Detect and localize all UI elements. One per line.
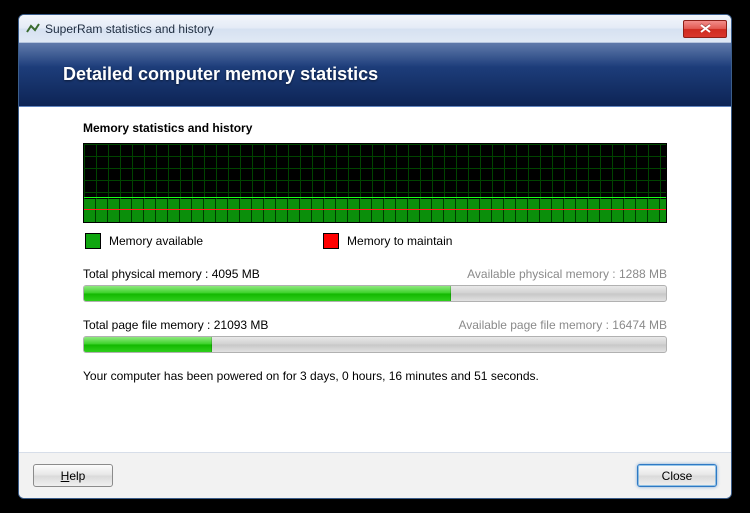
pagefile-progress-fill: [84, 337, 212, 352]
window-title: SuperRam statistics and history: [45, 22, 683, 36]
physical-progress: [83, 285, 667, 302]
pagefile-labels: Total page file memory : 21093 MB Availa…: [83, 318, 667, 332]
close-icon: [700, 24, 711, 33]
memory-history-graph: [83, 143, 667, 223]
legend-maintain-label: Memory to maintain: [347, 234, 452, 248]
close-window-button[interactable]: [683, 20, 727, 38]
legend-available: Memory available: [85, 233, 203, 249]
help-button[interactable]: Help: [33, 464, 113, 487]
content-area: Memory statistics and history Memory ava…: [19, 107, 731, 452]
app-icon: [25, 21, 41, 37]
legend: Memory available Memory to maintain: [83, 233, 667, 249]
close-button[interactable]: Close: [637, 464, 717, 487]
physical-avail-label: Available physical memory : 1288 MB: [467, 267, 667, 281]
pagefile-total-label: Total page file memory : 21093 MB: [83, 318, 268, 332]
physical-labels: Total physical memory : 4095 MB Availabl…: [83, 267, 667, 281]
legend-available-label: Memory available: [109, 234, 203, 248]
legend-maintain: Memory to maintain: [323, 233, 452, 249]
graph-maintain-line: [84, 209, 666, 210]
page-title: Detailed computer memory statistics: [63, 64, 378, 85]
titlebar[interactable]: SuperRam statistics and history: [19, 15, 731, 43]
header-banner: Detailed computer memory statistics: [19, 43, 731, 107]
footer: Help Close: [19, 452, 731, 498]
uptime-text: Your computer has been powered on for 3 …: [83, 369, 667, 383]
swatch-maintain: [323, 233, 339, 249]
swatch-available: [85, 233, 101, 249]
physical-progress-fill: [84, 286, 451, 301]
help-button-rest: elp: [69, 469, 85, 483]
dialog-window: SuperRam statistics and history Detailed…: [18, 14, 732, 499]
pagefile-progress: [83, 336, 667, 353]
section-title: Memory statistics and history: [83, 121, 667, 135]
physical-total-label: Total physical memory : 4095 MB: [83, 267, 260, 281]
pagefile-avail-label: Available page file memory : 16474 MB: [458, 318, 667, 332]
